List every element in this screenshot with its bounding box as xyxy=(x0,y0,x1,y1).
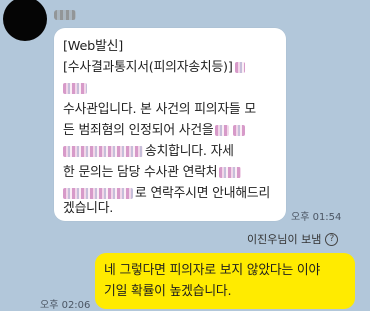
redacted-text xyxy=(63,146,143,157)
message-line: 겠습니다. xyxy=(63,201,114,216)
incoming-message-bubble[interactable]: [Web발신] [수사결과통지서(피의자송치등)] 수사관입니다. 본 사건의 … xyxy=(54,28,286,221)
message-line: 기일 확률이 높겠습니다. xyxy=(104,284,232,299)
message-line: 한 문의는 담당 수사관 연락처 xyxy=(63,162,243,183)
redacted-text xyxy=(63,83,87,94)
outgoing-message-bubble[interactable]: 네 그렇다면 피의자로 보지 않았다는 이야 기일 확률이 높겠습니다. xyxy=(95,253,355,309)
incoming-timestamp: 오후 01:54 xyxy=(291,212,342,223)
redacted-text xyxy=(215,125,230,136)
sender-avatar[interactable] xyxy=(3,0,47,41)
sender-name-redacted xyxy=(54,10,76,20)
redacted-text xyxy=(234,62,245,73)
redacted-text xyxy=(233,125,246,136)
message-line: [수사결과통지서(피의자송치등)] xyxy=(63,57,247,78)
message-line xyxy=(63,78,89,99)
help-icon[interactable]: ? xyxy=(325,232,339,246)
message-line: [Web발신] xyxy=(63,39,124,54)
message-line: 네 그렇다면 피의자로 보지 않았다는 이야 xyxy=(104,263,321,278)
sent-by-notice: 이진우님이 보냄 ? xyxy=(247,231,339,247)
sent-by-label: 이진우님이 보냄 xyxy=(247,233,322,246)
redacted-text xyxy=(219,167,242,178)
message-line: 수사관입니다. 본 사건의 피의자들 모 xyxy=(63,102,256,117)
message-line: 든 범죄혐의 인정되어 사건을 xyxy=(63,120,247,141)
outgoing-timestamp: 오후 02:06 xyxy=(40,300,91,311)
message-line: 송치합니다. 자세 xyxy=(63,141,234,162)
